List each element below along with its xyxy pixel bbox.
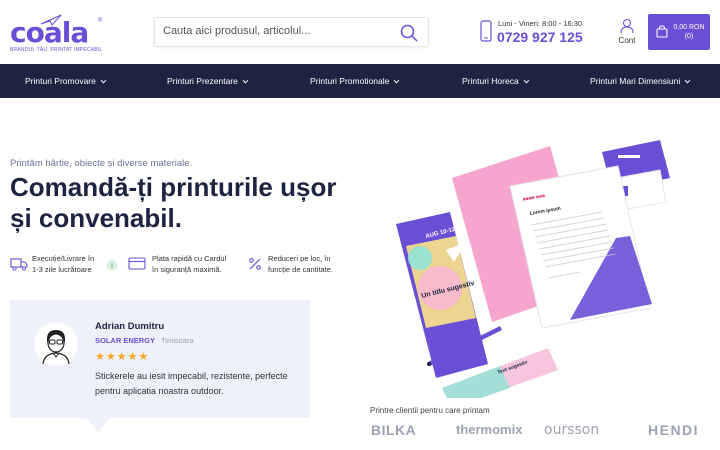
brand-logo[interactable]: coala ® BRANDUL TĂU, PRINTAT IMPECABIL — [10, 14, 102, 56]
contact-hours: Luni - Vineri: 8:00 - 16:30 — [498, 19, 583, 28]
hero-subtitle: Printăm hârtie, obiecte și diverse mater… — [10, 158, 193, 169]
review-company: SOLAR ENERGY — [95, 336, 156, 345]
chevron-down-icon — [393, 77, 400, 84]
client-logo-bilka: BILKA — [371, 422, 417, 438]
search-icon[interactable] — [400, 24, 418, 42]
review-rating-stars: ★★★★★ — [95, 351, 150, 363]
nav-item-printuri-prezentare[interactable]: Printuri Prezentare — [167, 64, 249, 98]
card-icon — [128, 257, 146, 270]
feature-payment-text: Plata rapidă cu Cardul în siguranță maxim… — [152, 254, 227, 274]
client-logo-oursson: oursson — [544, 422, 600, 438]
cart-button[interactable]: 0,00 RON (0) — [648, 14, 710, 50]
clients-label: Printre clientii pentru care printam — [370, 406, 490, 415]
account-label: Cont — [618, 36, 636, 45]
chevron-down-icon — [242, 77, 249, 84]
main-nav: Printuri Promovare Printuri Prezentare P… — [0, 64, 720, 98]
account-button[interactable]: Cont — [608, 14, 646, 50]
nav-item-label: Printuri Mari Dimensiuni — [590, 76, 681, 86]
info-icon[interactable]: i — [106, 259, 118, 271]
feature-discounts: Reduceri pe loc, în funcție de cantitate. — [248, 252, 348, 282]
chevron-down-icon — [684, 77, 691, 84]
percent-icon — [249, 258, 261, 270]
client-logo-thermomix: thermomix — [456, 422, 523, 437]
cart-total: 0,00 RON — [673, 24, 705, 31]
review-card: Adrian Dumitru SOLAR ENERGY Timisoara ★★… — [10, 300, 310, 418]
logo-wordmark: coala — [10, 16, 89, 49]
feature-payment: Plata rapidă cu Cardul în siguranță maxim… — [128, 252, 243, 282]
logo-tagline: BRANDUL TĂU, PRINTAT IMPECABIL — [10, 47, 103, 53]
avatar — [34, 322, 78, 366]
client-logo-hendi: HENDI — [648, 422, 700, 438]
site-header: coala ® BRANDUL TĂU, PRINTAT IMPECABIL L… — [0, 0, 720, 64]
contact-phone-number[interactable]: 0729 927 125 — [497, 29, 583, 45]
feature-delivery-text: Execuție/Livrare în 1-3 zile lucrătoare — [32, 254, 95, 274]
feature-delivery: Execuție/Livrare în 1-3 zile lucrătoare i — [10, 252, 125, 282]
nav-item-printuri-mari-dimensiuni[interactable]: Printuri Mari Dimensiuni — [590, 64, 691, 98]
review-pointer — [86, 418, 110, 432]
nav-item-printuri-promovare[interactable]: Printuri Promovare — [25, 64, 107, 98]
feature-discounts-text: Reduceri pe loc, în funcție de cantitate. — [268, 254, 334, 274]
avatar-illustration-icon — [35, 323, 77, 365]
phone-icon — [480, 20, 492, 42]
nav-item-label: Printuri Prezentare — [167, 76, 238, 86]
chevron-down-icon — [523, 77, 529, 84]
review-text: Stickerele au iesit impecabil, rezistent… — [95, 371, 288, 396]
nav-item-printuri-horeca[interactable]: Printuri Horeca — [462, 64, 529, 98]
user-icon — [620, 18, 634, 34]
review-city: Timisoara — [161, 336, 194, 345]
nav-item-label: Printuri Horeca — [462, 76, 519, 86]
truck-icon — [10, 258, 28, 271]
nav-item-label: Printuri Promovare — [25, 76, 96, 86]
search-bar — [154, 17, 429, 47]
search-input[interactable] — [163, 25, 393, 37]
chevron-down-icon — [100, 77, 107, 84]
cart-count: (0) — [684, 33, 694, 40]
contact-phone[interactable]: Luni - Vineri: 8:00 - 16:30 0729 927 125 — [480, 18, 590, 48]
print-mockup-illustration: ■■■■ ■■■ Lorem ipsum AUG 10-12 Un titlu … — [396, 140, 670, 398]
review-author-name: Adrian Dumitru — [95, 321, 165, 332]
svg-text:i: i — [111, 261, 113, 270]
shopping-bag-icon — [656, 25, 668, 38]
hero-title: Comandă-ți printurile ușor și convenabil… — [10, 172, 337, 233]
nav-item-label: Printuri Promotionale — [310, 76, 390, 86]
nav-item-printuri-promotionale[interactable]: Printuri Promotionale — [310, 64, 400, 98]
logo-registered-mark: ® — [98, 18, 103, 24]
